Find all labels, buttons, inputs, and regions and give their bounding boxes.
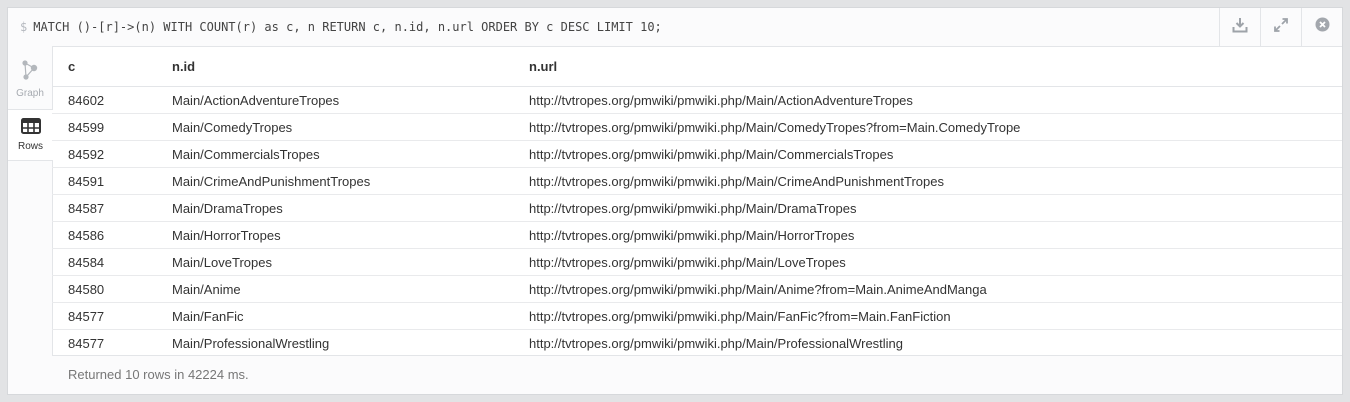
expand-button[interactable]	[1260, 8, 1301, 46]
table-icon	[20, 118, 41, 141]
cell-c: 84577	[52, 302, 156, 330]
close-button[interactable]	[1301, 8, 1342, 46]
result-frame: $ MATCH ()-[r]->(n) WITH COUNT(r) as c, n…	[7, 7, 1343, 395]
rows-view-label: Rows	[17, 141, 43, 152]
table-row: 84577 Main/FanFic http://tvtropes.org/pmwi…	[52, 302, 1342, 330]
query-command[interactable]: $ MATCH ()-[r]->(n) WITH COUNT(r) as c, n…	[20, 8, 662, 46]
table-row: 84592 Main/CommercialsTropes http://tvtrop…	[52, 140, 1342, 168]
query-bar: $ MATCH ()-[r]->(n) WITH COUNT(r) as c, n…	[8, 8, 1342, 47]
cell-n-url: http://tvtropes.org/pmwiki/pmwiki.php/Ma…	[513, 113, 1342, 141]
cell-n-url: http://tvtropes.org/pmwiki/pmwiki.php/Ma…	[513, 275, 1342, 303]
frame-actions	[1219, 8, 1342, 46]
cell-n-id: Main/CommercialsTropes	[156, 140, 513, 168]
cell-c: 84586	[52, 221, 156, 249]
table-row: 84587 Main/DramaTropes http://tvtropes.org…	[52, 194, 1342, 222]
results-table: c n.id n.url 84602 Main/ActionAdventureTr…	[52, 46, 1342, 357]
column-header-n-id[interactable]: n.id	[156, 46, 513, 87]
graph-icon	[21, 59, 39, 88]
cell-n-id: Main/FanFic	[156, 302, 513, 330]
cell-c: 84580	[52, 275, 156, 303]
table-row: 84584 Main/LoveTropes http://tvtropes.org/…	[52, 248, 1342, 276]
results-table-area: c n.id n.url 84602 Main/ActionAdventureTr…	[52, 46, 1342, 394]
cell-c: 84577	[52, 329, 156, 357]
cell-n-url: http://tvtropes.org/pmwiki/pmwiki.php/Ma…	[513, 86, 1342, 114]
table-row: 84586 Main/HorrorTropes http://tvtropes.or…	[52, 221, 1342, 249]
table-row: 84591 Main/CrimeAndPunishmentTropes http:/…	[52, 167, 1342, 195]
cell-n-url: http://tvtropes.org/pmwiki/pmwiki.php/Ma…	[513, 167, 1342, 195]
view-switcher: Graph Rows	[8, 46, 53, 394]
table-row: 84599 Main/ComedyTropes http://tvtropes.or…	[52, 113, 1342, 141]
download-icon	[1232, 17, 1248, 38]
cell-c: 84587	[52, 194, 156, 222]
cell-n-url: http://tvtropes.org/pmwiki/pmwiki.php/Ma…	[513, 194, 1342, 222]
table-row: 84602 Main/ActionAdventureTropes http://tv…	[52, 86, 1342, 114]
table-row: 84580 Main/Anime http://tvtropes.org/pmwik…	[52, 275, 1342, 303]
rows-view-button[interactable]: Rows	[8, 109, 53, 161]
graph-view-label: Graph	[16, 88, 44, 99]
cell-n-id: Main/ProfessionalWrestling	[156, 329, 513, 357]
cell-n-id: Main/Anime	[156, 275, 513, 303]
expand-icon	[1274, 17, 1288, 37]
download-button[interactable]	[1219, 8, 1260, 46]
column-header-n-url[interactable]: n.url	[513, 46, 1342, 87]
cell-c: 84602	[52, 86, 156, 114]
cell-c: 84584	[52, 248, 156, 276]
table-row: 84577 Main/ProfessionalWrestling http://tv…	[52, 329, 1342, 357]
cell-n-url: http://tvtropes.org/pmwiki/pmwiki.php/Ma…	[513, 140, 1342, 168]
status-bar: Returned 10 rows in 42224 ms.	[52, 355, 1342, 394]
graph-view-button[interactable]: Graph	[8, 54, 52, 104]
close-icon	[1315, 17, 1330, 37]
cell-n-url: http://tvtropes.org/pmwiki/pmwiki.php/Ma…	[513, 221, 1342, 249]
cell-n-id: Main/ComedyTropes	[156, 113, 513, 141]
cell-n-url: http://tvtropes.org/pmwiki/pmwiki.php/Ma…	[513, 302, 1342, 330]
cell-n-id: Main/ActionAdventureTropes	[156, 86, 513, 114]
table-header-row: c n.id n.url	[52, 46, 1342, 87]
cell-n-id: Main/CrimeAndPunishmentTropes	[156, 167, 513, 195]
query-text[interactable]: MATCH ()-[r]->(n) WITH COUNT(r) as c, n …	[33, 20, 662, 34]
cell-n-id: Main/HorrorTropes	[156, 221, 513, 249]
cell-c: 84591	[52, 167, 156, 195]
column-header-c[interactable]: c	[52, 46, 156, 87]
cell-n-url: http://tvtropes.org/pmwiki/pmwiki.php/Ma…	[513, 248, 1342, 276]
cell-n-url: http://tvtropes.org/pmwiki/pmwiki.php/Ma…	[513, 329, 1342, 357]
prompt-symbol: $	[20, 20, 28, 34]
cell-n-id: Main/DramaTropes	[156, 194, 513, 222]
cell-c: 84592	[52, 140, 156, 168]
cell-c: 84599	[52, 113, 156, 141]
cell-n-id: Main/LoveTropes	[156, 248, 513, 276]
